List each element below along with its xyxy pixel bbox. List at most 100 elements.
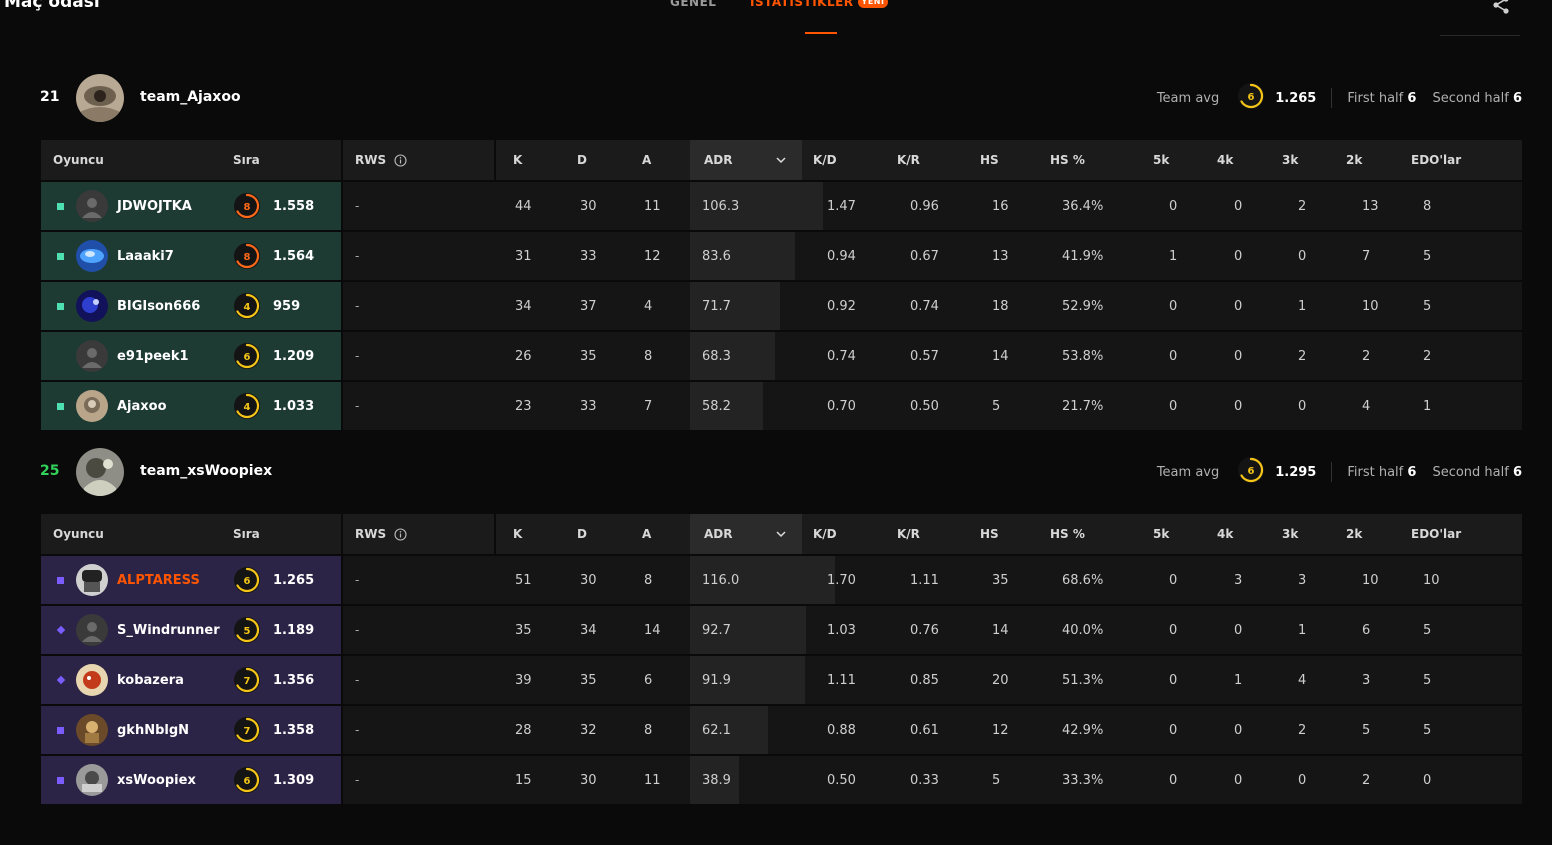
col-k[interactable]: K — [513, 527, 522, 541]
avatar[interactable] — [76, 664, 108, 696]
player-name[interactable]: S_Windrunner — [117, 623, 220, 638]
col-k5[interactable]: 5k — [1153, 527, 1169, 541]
col-rank[interactable]: Sıra — [233, 153, 260, 167]
stat-k5: 1 — [1169, 249, 1178, 264]
header-kda-cell — [496, 140, 690, 180]
stats-table: Oyuncu Sıra RWS K D A ADR K/D K/R HS HS % 5k 4k 3k 2k E… — [41, 514, 1522, 804]
avatar[interactable] — [76, 564, 108, 596]
table-row[interactable]: e91peek1 6 1.209 - 26 35 8 68.3 0.74 0.57 14 53.8% 0… — [41, 332, 1522, 380]
table-row[interactable]: Laaaki7 8 1.564 - 31 33 12 83.6 0.94 0.67 13 41.9% 1… — [41, 232, 1522, 280]
chevron-down-icon[interactable] — [776, 156, 786, 164]
stat-kd: 1.70 — [827, 573, 856, 588]
player-cell[interactable]: Ajaxoo 4 1.033 — [41, 382, 341, 430]
player-name[interactable]: xsWoopiex — [117, 773, 196, 788]
player-cell[interactable]: xsWoopiex 6 1.309 — [41, 756, 341, 804]
col-k5[interactable]: 5k — [1153, 153, 1169, 167]
info-icon[interactable] — [394, 528, 407, 541]
col-rws[interactable]: RWS — [355, 527, 407, 541]
col-player[interactable]: Oyuncu — [53, 527, 104, 541]
stat-hsp: 21.7% — [1062, 399, 1104, 414]
table-row[interactable]: ALPTARESS 6 1.265-51 30 8 116.0 1.70 1.11 35 68.6… — [41, 556, 1522, 604]
table-row[interactable]: BIGIson666 4 959 - 34 37 4 71.7 0.92 0.74 18 52.9% 0… — [41, 282, 1522, 330]
share-icon[interactable] — [1490, 0, 1512, 16]
player-cell[interactable]: ALPTARESS 6 1.265 — [41, 556, 341, 604]
stat-edo: 1 — [1423, 399, 1432, 414]
player-name[interactable]: BIGIson666 — [117, 299, 200, 314]
player-name[interactable]: ALPTARESS — [117, 573, 200, 588]
avatar[interactable] — [76, 764, 108, 796]
col-d[interactable]: D — [577, 153, 587, 167]
stat-adr: 38.9 — [702, 773, 731, 788]
player-cell[interactable]: S_Windrunner 5 1.189 — [41, 606, 341, 654]
col-edo[interactable]: EDO'lar — [1411, 153, 1461, 167]
tab-statistics[interactable]: İSTATİSTİKLER YENİ — [750, 0, 889, 9]
team-name[interactable]: team_xsWoopiex — [140, 463, 272, 479]
table-row[interactable]: gkhNblgN 7 1.358 - 28 32 8 62.1 0.88 0.61 12 42.9% 0… — [41, 706, 1522, 754]
team-name[interactable]: team_Ajaxoo — [140, 89, 241, 105]
player-name[interactable]: kobazera — [117, 673, 184, 688]
col-rank[interactable]: Sıra — [233, 527, 260, 541]
player-cell[interactable]: e91peek1 6 1.209 — [41, 332, 341, 380]
player-cell[interactable]: kobazera 7 1.356 — [41, 656, 341, 704]
col-k2[interactable]: 2k — [1346, 527, 1362, 541]
col-k4[interactable]: 4k — [1217, 527, 1233, 541]
table-row[interactable]: Ajaxoo 4 1.033 - 23 33 7 58.2 0.70 0.50 5 21.7% 0 0 0 4… — [41, 382, 1522, 430]
col-k[interactable]: K — [513, 153, 522, 167]
info-icon[interactable] — [394, 154, 407, 167]
stat-adr: 71.7 — [702, 299, 731, 314]
table-row[interactable]: JDWOJTKA 8 1.558 - 44 30 11 106.3 1.47 0.96 16 36.4… — [41, 182, 1522, 230]
player-cell[interactable]: BIGIson666 4 959 — [41, 282, 341, 330]
stat-k3: 3 — [1298, 573, 1307, 588]
col-hsp[interactable]: HS % — [1050, 153, 1085, 167]
col-hs[interactable]: HS — [980, 527, 999, 541]
col-hsp[interactable]: HS % — [1050, 527, 1085, 541]
col-a[interactable]: A — [642, 153, 651, 167]
col-k2[interactable]: 2k — [1346, 153, 1362, 167]
col-k3[interactable]: 3k — [1282, 153, 1298, 167]
avatar[interactable] — [76, 340, 108, 372]
stat-k2: 2 — [1362, 349, 1371, 364]
player-elo: 959 — [273, 299, 301, 314]
player-cell[interactable]: gkhNblgN 7 1.358 — [41, 706, 341, 754]
player-cell[interactable]: Laaaki7 8 1.564 — [41, 232, 341, 280]
col-adr[interactable]: ADR — [704, 527, 733, 541]
col-d[interactable]: D — [577, 527, 587, 541]
chevron-down-icon[interactable] — [776, 530, 786, 538]
col-a[interactable]: A — [642, 527, 651, 541]
col-adr[interactable]: ADR — [704, 153, 733, 167]
player-cell[interactable]: JDWOJTKA 8 1.558 — [41, 182, 341, 230]
player-name[interactable]: Ajaxoo — [117, 399, 167, 414]
avatar[interactable] — [76, 714, 108, 746]
team-summary: Team avg 6 1.295 First half 6 Second half 6 — [1157, 454, 1522, 490]
stat-hs: 35 — [992, 573, 1009, 588]
col-rws[interactable]: RWS — [355, 153, 407, 167]
stats-table: Oyuncu Sıra RWS K D A ADR K/D K/R HS HS % 5k 4k 3k 2k E… — [41, 140, 1522, 430]
col-kr[interactable]: K/R — [897, 527, 920, 541]
avatar[interactable] — [76, 614, 108, 646]
player-name[interactable]: JDWOJTKA — [117, 199, 192, 214]
col-player[interactable]: Oyuncu — [53, 153, 104, 167]
avatar[interactable] — [76, 240, 108, 272]
party-marker — [57, 777, 64, 784]
col-kr[interactable]: K/R — [897, 153, 920, 167]
tab-general[interactable]: GENEL — [670, 0, 716, 9]
stat-k4: 0 — [1234, 249, 1243, 264]
player-name[interactable]: e91peek1 — [117, 349, 189, 364]
col-kd[interactable]: K/D — [813, 153, 837, 167]
col-kd[interactable]: K/D — [813, 527, 837, 541]
rws-cell: - — [343, 232, 494, 280]
col-k3[interactable]: 3k — [1282, 527, 1298, 541]
avatar[interactable] — [76, 390, 108, 422]
col-k4[interactable]: 4k — [1217, 153, 1233, 167]
avatar[interactable] — [76, 290, 108, 322]
avatar[interactable] — [76, 190, 108, 222]
player-name[interactable]: gkhNblgN — [117, 723, 189, 738]
table-row[interactable]: kobazera 7 1.356-39 35 6 91.9 1.11 0.85 20 51.3% 0… — [41, 656, 1522, 704]
stat-k4: 0 — [1234, 623, 1243, 638]
stat-k4: 0 — [1234, 773, 1243, 788]
table-row[interactable]: S_Windrunner 5 1.189 - 35 34 14 92.7 1.03 0.76 14 4… — [41, 606, 1522, 654]
player-name[interactable]: Laaaki7 — [117, 249, 174, 264]
col-edo[interactable]: EDO'lar — [1411, 527, 1461, 541]
table-row[interactable]: xsWoopiex 6 1.309 - 15 30 11 38.9 0.50 0.33 5 33.3%… — [41, 756, 1522, 804]
col-hs[interactable]: HS — [980, 153, 999, 167]
